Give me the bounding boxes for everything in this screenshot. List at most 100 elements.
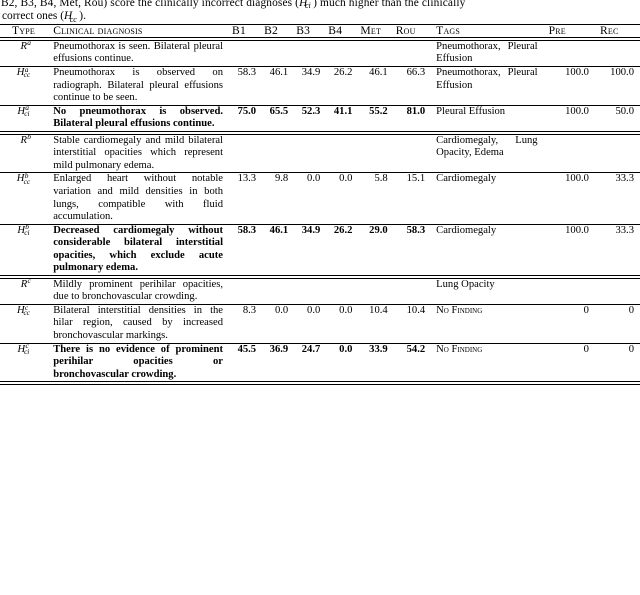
score-b1 bbox=[229, 279, 261, 304]
precision-value bbox=[544, 279, 595, 304]
tags-cell: No Finding bbox=[436, 343, 483, 355]
table-body: Ra Pneumothorax is seen. Bilateral pleura… bbox=[0, 37, 640, 381]
recall-value: 33.3 bbox=[615, 224, 634, 236]
table-header-row: Type Clinical diagnosis B1 B2 B3 B4 Met … bbox=[0, 23, 640, 38]
recall-value: 33.3 bbox=[615, 173, 634, 185]
score-b1: 8.3 bbox=[242, 304, 257, 316]
clinical-diagnosis-text: There is no evidence of prominent perihi… bbox=[53, 343, 224, 380]
table-bottom-rule-b bbox=[0, 384, 640, 385]
type-superscript: a bbox=[27, 38, 31, 48]
score-b2 bbox=[261, 279, 293, 304]
clinical-diagnosis-text: No pneumothorax is observed. Bilateral p… bbox=[53, 105, 224, 130]
recall-value bbox=[595, 41, 640, 66]
score-rou: 81.0 bbox=[406, 105, 426, 117]
table-row: Ra Pneumothorax is seen. Bilateral pleura… bbox=[0, 38, 640, 66]
table-row: Hbcc Enlarged heart without notable varia… bbox=[0, 171, 640, 223]
score-met: 29.0 bbox=[369, 224, 388, 236]
row-type-label: Ra bbox=[0, 38, 49, 66]
table-row: Hbci Decreased cardiomegaly without consi… bbox=[0, 222, 640, 275]
caption-line-2-text: correct ones ( bbox=[2, 10, 64, 23]
score-rou: 15.1 bbox=[406, 173, 426, 185]
score-b1: 45.5 bbox=[237, 343, 257, 355]
score-met: 46.1 bbox=[369, 66, 388, 78]
precision-value: 100.0 bbox=[565, 105, 589, 117]
row-type-label: Hcci bbox=[0, 341, 49, 382]
column-header-b4: B4 bbox=[328, 23, 343, 37]
precision-value: 100.0 bbox=[565, 173, 589, 185]
table-row: Hccc Bilateral interstitial densities in … bbox=[0, 303, 640, 343]
score-b2: 65.5 bbox=[269, 105, 289, 117]
table-row: Rc Mildly prominent perihilar opacities, … bbox=[0, 276, 640, 304]
score-rou bbox=[393, 41, 430, 66]
score-rou: 66.3 bbox=[406, 66, 426, 78]
table-row: Haci No pneumothorax is observed. Bilater… bbox=[0, 103, 640, 131]
column-header-b1: B1 bbox=[232, 23, 246, 37]
score-met: 55.2 bbox=[369, 105, 388, 117]
tags-cell: No Finding bbox=[436, 304, 483, 316]
clinical-diagnosis-text: Decreased cardiomegaly without considera… bbox=[53, 224, 224, 274]
clinical-diagnosis-text: Stable cardiomegaly and mild bilateral i… bbox=[53, 134, 224, 171]
caption-line-1: B2, B3, B4, Met, Rou) score the clinical… bbox=[1, 0, 638, 10]
column-header-pre: Pre bbox=[548, 23, 566, 37]
tags-cell: Lung Opacity bbox=[436, 278, 495, 290]
score-b4: 0.0 bbox=[339, 304, 353, 316]
row-type-label: Hccc bbox=[0, 303, 49, 343]
row-type-label: Haci bbox=[0, 103, 49, 131]
score-b1: 58.3 bbox=[237, 224, 257, 236]
type-subscript: cc bbox=[23, 70, 31, 80]
precision-value: 100.0 bbox=[565, 66, 589, 78]
score-met bbox=[357, 135, 392, 173]
score-b4: 0.0 bbox=[339, 173, 353, 185]
clinical-diagnosis-text: Mildly prominent perihilar opacities, du… bbox=[53, 278, 224, 303]
tags-cell: Cardiomegaly bbox=[436, 224, 497, 236]
clinical-diagnosis-text: Pneumothorax is observed on radiograph. … bbox=[53, 66, 224, 104]
score-rou: 10.4 bbox=[406, 304, 426, 316]
tags-cell: Cardiomegaly, Lung Opacity, Edema bbox=[436, 134, 538, 159]
score-met bbox=[357, 41, 392, 66]
score-rou: 58.3 bbox=[406, 224, 426, 236]
score-b2: 9.8 bbox=[274, 173, 289, 185]
score-met: 5.8 bbox=[374, 173, 388, 185]
clinical-diagnosis-text: Pneumothorax is seen. Bilateral pleural … bbox=[53, 40, 224, 65]
score-b2 bbox=[261, 135, 293, 173]
score-b2: 0.0 bbox=[274, 304, 289, 316]
type-subscript: ci bbox=[24, 227, 30, 237]
row-type-label: Rb bbox=[0, 132, 49, 173]
score-b3 bbox=[293, 135, 325, 173]
clinical-diagnosis-text: Enlarged heart without notable variation… bbox=[53, 173, 224, 223]
score-b1 bbox=[229, 41, 261, 66]
score-rou bbox=[393, 279, 430, 304]
score-b3: 34.9 bbox=[301, 66, 321, 78]
score-b3 bbox=[293, 41, 325, 66]
score-b4: 0.0 bbox=[339, 343, 353, 355]
recall-value: 100.0 bbox=[610, 66, 634, 78]
type-symbol: R bbox=[20, 278, 28, 290]
caption-subscript-cc: cc bbox=[69, 14, 77, 24]
table-row: Hcci There is no evidence of prominent pe… bbox=[0, 341, 640, 382]
precision-value bbox=[544, 135, 595, 173]
score-b1 bbox=[229, 135, 261, 173]
row-type-label: Hbcc bbox=[0, 171, 49, 223]
score-met: 33.9 bbox=[369, 343, 388, 355]
score-b2: 46.1 bbox=[269, 66, 289, 78]
score-b1: 58.3 bbox=[237, 66, 257, 78]
column-header-rou: Rou bbox=[395, 23, 416, 37]
type-superscript: c bbox=[27, 276, 31, 286]
score-b4 bbox=[325, 41, 357, 66]
column-header-b3: B3 bbox=[296, 23, 311, 37]
precision-value: 100.0 bbox=[565, 224, 589, 236]
caption-subscript-ci: ci bbox=[304, 1, 311, 11]
paper-table-figure: B2, B3, B4, Met, Rou) score the clinical… bbox=[0, 0, 640, 592]
score-b2 bbox=[261, 41, 293, 66]
caption-line-1-text: B2, B3, B4, Met, Rou) score the clinical… bbox=[1, 0, 300, 9]
type-subscript: ci bbox=[24, 346, 30, 356]
score-rou: 54.2 bbox=[406, 343, 426, 355]
score-rou bbox=[393, 135, 430, 173]
score-met bbox=[357, 279, 392, 304]
results-table: Type Clinical diagnosis B1 B2 B3 B4 Met … bbox=[0, 23, 640, 382]
score-b3 bbox=[293, 279, 325, 304]
score-b2: 46.1 bbox=[269, 224, 289, 236]
score-b1: 13.3 bbox=[237, 173, 257, 185]
caption-line-2-tail: ). bbox=[79, 10, 86, 23]
score-b4: 26.2 bbox=[333, 66, 353, 78]
